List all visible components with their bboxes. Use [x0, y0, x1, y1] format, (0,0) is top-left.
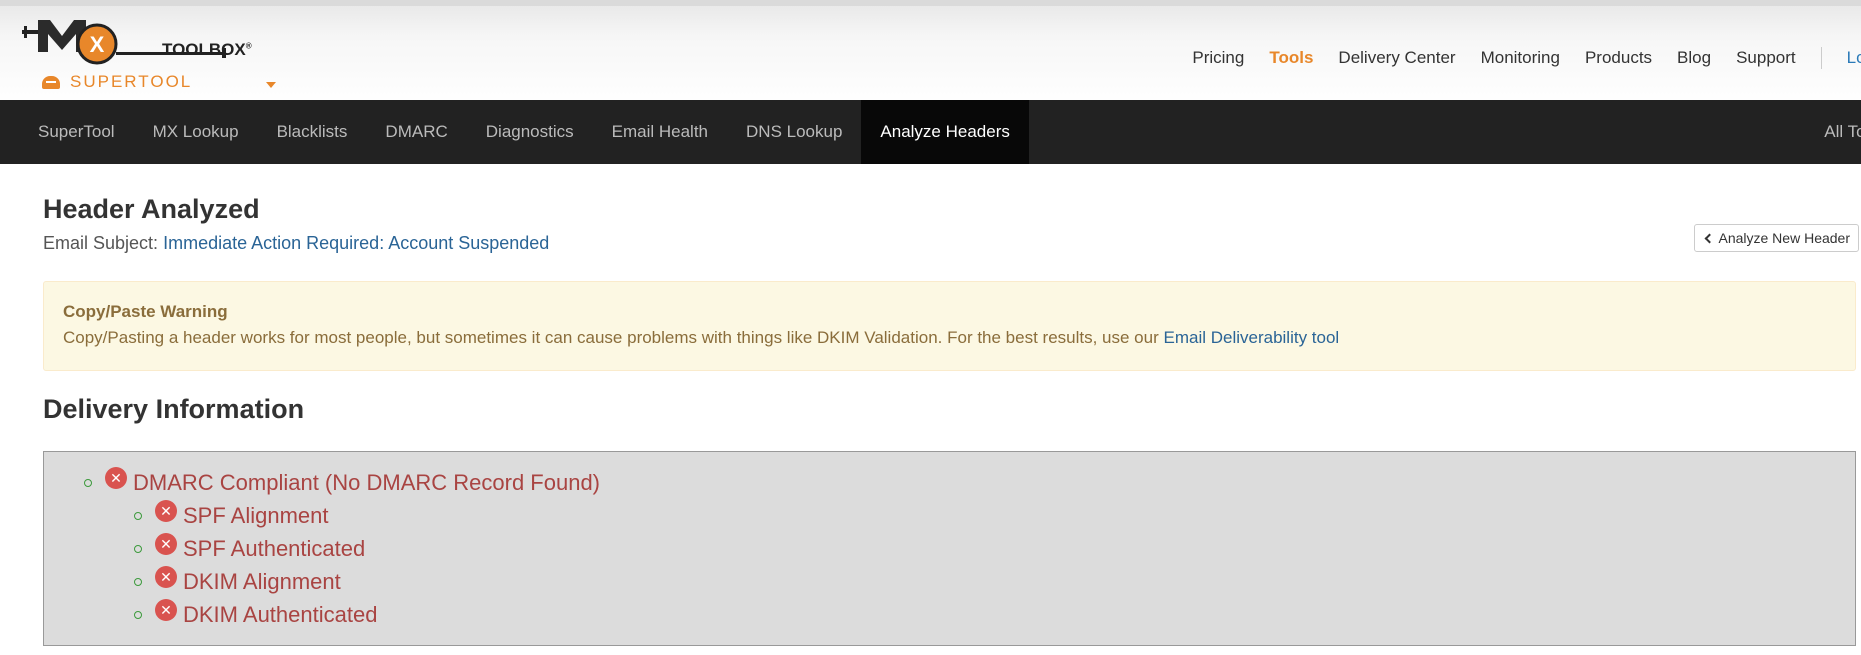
page-title: Header Analyzed: [43, 194, 260, 224]
delivery-information-title: Delivery Information: [43, 394, 305, 424]
nav-login[interactable]: Log: [1847, 48, 1861, 68]
logo-registered-mark: ®: [245, 41, 252, 51]
bullet-icon: [134, 577, 142, 586]
tool-nav-dmarc[interactable]: DMARC: [366, 100, 466, 164]
tool-nav-analyze-headers[interactable]: Analyze Headers: [861, 100, 1029, 164]
tool-nav-blacklists[interactable]: Blacklists: [258, 100, 367, 164]
list-item: ✕ SPF Alignment: [44, 499, 1855, 532]
nav-support[interactable]: Support: [1736, 48, 1796, 68]
tool-nav-dns-lookup[interactable]: DNS Lookup: [727, 100, 861, 164]
svg-text:X: X: [90, 32, 105, 57]
toolbox-icon: [42, 75, 60, 89]
bullet-icon: [134, 544, 142, 553]
fail-x-icon: ✕: [155, 565, 177, 588]
warning-title: Copy/Paste Warning: [63, 302, 228, 321]
nav-delivery-center[interactable]: Delivery Center: [1338, 48, 1455, 68]
tool-nav-mx-lookup[interactable]: MX Lookup: [134, 100, 258, 164]
list-item: ✕ DKIM Alignment: [44, 565, 1855, 598]
email-deliverability-link[interactable]: Email Deliverability tool: [1163, 328, 1339, 347]
top-nav: Pricing Tools Delivery Center Monitoring…: [1167, 46, 1861, 70]
nav-divider: [1820, 47, 1822, 69]
tool-nav-supertool[interactable]: SuperTool: [0, 100, 134, 164]
logo-toolbox-text: TOOLBOX®: [162, 40, 252, 60]
tool-nav-email-health[interactable]: Email Health: [593, 100, 727, 164]
logo-toolbox-word: TOOLBOX: [162, 40, 246, 59]
warning-text-line: Copy/Pasting a header works for most peo…: [63, 328, 1836, 348]
bullet-icon: [134, 610, 142, 619]
list-item: ✕ SPF Authenticated: [44, 532, 1855, 565]
analyze-new-header-button[interactable]: Analyze New Header: [1694, 224, 1859, 252]
fail-x-icon: ✕: [155, 499, 177, 522]
supertool-label: SUPERTOOL: [70, 72, 193, 91]
list-item: ✕ DMARC Compliant (No DMARC Record Found…: [44, 466, 1855, 499]
fail-x-icon: ✕: [155, 598, 177, 621]
delivery-item-label: DKIM Authenticated: [183, 601, 378, 627]
email-subject-label: Email Subject:: [43, 233, 159, 253]
chevron-left-icon: [1705, 233, 1715, 243]
copy-paste-warning: Copy/Paste Warning Copy/Pasting a header…: [43, 281, 1856, 371]
warning-text: Copy/Pasting a header works for most peo…: [63, 328, 1164, 347]
delivery-information-box: ✕ DMARC Compliant (No DMARC Record Found…: [43, 451, 1856, 646]
delivery-item-label: DMARC Compliant (No DMARC Record Found): [133, 469, 601, 495]
delivery-item-label: DKIM Alignment: [183, 568, 341, 594]
caret-down-icon[interactable]: [266, 82, 276, 88]
fail-x-icon: ✕: [105, 466, 127, 489]
nav-blog[interactable]: Blog: [1677, 48, 1711, 68]
supertool-selector[interactable]: SUPERTOOL: [42, 72, 192, 92]
delivery-item-label: SPF Authenticated: [183, 535, 366, 561]
bullet-icon: [134, 511, 142, 520]
analyze-new-header-label: Analyze New Header: [1718, 230, 1850, 246]
bullet-icon: [84, 478, 92, 487]
tool-nav-diagnostics[interactable]: Diagnostics: [467, 100, 593, 164]
email-subject: Email Subject: Immediate Action Required…: [43, 233, 549, 254]
email-subject-value: Immediate Action Required: Account Suspe…: [163, 233, 550, 253]
nav-monitoring[interactable]: Monitoring: [1481, 48, 1560, 68]
nav-pricing[interactable]: Pricing: [1192, 48, 1244, 68]
nav-tools[interactable]: Tools: [1269, 48, 1313, 68]
delivery-item-label: SPF Alignment: [183, 502, 329, 528]
tool-nav-all-tools[interactable]: All Too: [1824, 100, 1861, 164]
nav-products[interactable]: Products: [1585, 48, 1652, 68]
fail-x-icon: ✕: [155, 532, 177, 555]
tool-nav: SuperTool MX Lookup Blacklists DMARC Dia…: [0, 100, 1861, 164]
list-item: ✕ DKIM Authenticated: [44, 598, 1855, 631]
top-header: X TOOLBOX® SUPERTOOL Pricing Tools Deliv…: [0, 0, 1861, 100]
